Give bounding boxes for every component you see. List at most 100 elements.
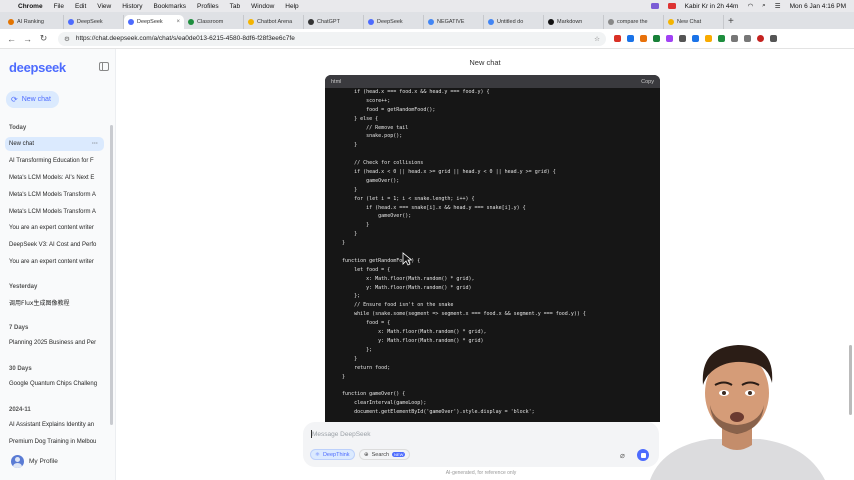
- code-line: }: [330, 231, 358, 238]
- code-line: return food;: [330, 364, 391, 371]
- browser-tab[interactable]: compare the: [604, 15, 664, 29]
- browser-tab[interactable]: New Chat: [664, 15, 724, 29]
- chat-history-item[interactable]: Planning 2025 Business and Per: [5, 336, 104, 350]
- chat-history-item[interactable]: Premium Dog Training in Melbou: [5, 435, 104, 449]
- address-bar[interactable]: ⚙ https://chat.deepseek.com/a/chat/s/ea0…: [58, 31, 606, 46]
- browser-tab[interactable]: DeepSeek: [364, 15, 424, 29]
- chat-history-item[interactable]: You are an expert content writer: [5, 221, 104, 235]
- menu-dots-icon[interactable]: [770, 35, 777, 42]
- menu-bookmarks[interactable]: Bookmarks: [153, 3, 186, 10]
- site-info-icon[interactable]: ⚙: [64, 35, 70, 43]
- extension-icon[interactable]: [614, 35, 621, 42]
- browser-tab[interactable]: AI Ranking: [4, 15, 64, 29]
- profile-avatar-icon[interactable]: [757, 35, 764, 42]
- globe-icon: ⊕: [364, 451, 369, 458]
- new-badge: NEW: [392, 452, 406, 457]
- chat-history-item[interactable]: Meta's LCM Models Transform A: [5, 205, 104, 219]
- chat-history-item[interactable]: Google Quantum Chips Challeng: [5, 377, 104, 391]
- chat-history-item[interactable]: DeepSeek V3: AI Cost and Perfo: [5, 238, 104, 252]
- browser-tab[interactable]: ChatGPT: [304, 15, 364, 29]
- sidebar-scrollbar[interactable]: [110, 125, 113, 425]
- menu-window[interactable]: Window: [251, 3, 274, 10]
- tab-favicon-icon: [128, 19, 134, 25]
- sidebar: deepseek ⟳ New chat Today New chat ··· A…: [0, 49, 116, 480]
- menu-view[interactable]: View: [97, 3, 111, 10]
- menu-edit[interactable]: Edit: [75, 3, 86, 10]
- menu-profiles[interactable]: Profiles: [197, 3, 219, 10]
- control-center-icon[interactable]: ☰: [775, 2, 781, 10]
- wifi-icon[interactable]: ◠: [747, 2, 753, 10]
- search-toggle[interactable]: ⊕ Search NEW: [359, 449, 411, 460]
- new-chat-button[interactable]: ⟳ New chat: [6, 91, 59, 108]
- extension-icon[interactable]: [731, 35, 738, 42]
- chat-history-item[interactable]: Meta's LCM Models: AI's Next E: [5, 171, 104, 185]
- message-input[interactable]: Message DeepSeek: [312, 431, 371, 438]
- profile-button[interactable]: My Profile: [11, 455, 58, 468]
- chat-history-title: You are an expert content writer: [9, 259, 94, 265]
- chat-history-item[interactable]: Meta's LCM Models Transform A: [5, 188, 104, 202]
- extension-icon[interactable]: [653, 35, 660, 42]
- chat-history-item[interactable]: You are an expert content writer: [5, 255, 104, 269]
- browser-tab-active[interactable]: DeepSeek ×: [124, 15, 184, 29]
- extension-icon[interactable]: [627, 35, 634, 42]
- deepthink-toggle[interactable]: ⚛ DeepThink: [310, 449, 355, 460]
- menu-file[interactable]: File: [54, 3, 64, 10]
- browser-tab[interactable]: Chatbot Arena: [244, 15, 304, 29]
- browser-tab[interactable]: NEGATIVE: [424, 15, 484, 29]
- close-tab-icon[interactable]: ×: [176, 19, 180, 25]
- extension-icon[interactable]: [666, 35, 673, 42]
- tab-favicon-icon: [608, 19, 614, 25]
- copy-button[interactable]: Copy: [641, 79, 654, 85]
- back-arrow-icon[interactable]: ←: [6, 34, 17, 44]
- new-chat-icon: ⟳: [11, 95, 18, 104]
- tab-favicon-icon: [188, 19, 194, 25]
- chat-history-title: DeepSeek V3: AI Cost and Perfo: [9, 242, 97, 248]
- new-tab-button[interactable]: +: [728, 15, 734, 29]
- chat-scrollbar[interactable]: [849, 345, 852, 415]
- status-app-icon[interactable]: [650, 3, 659, 9]
- download-icon[interactable]: [744, 35, 751, 42]
- browser-tab[interactable]: Markdown: [544, 15, 604, 29]
- browser-tab[interactable]: DeepSeek: [64, 15, 124, 29]
- tab-favicon-icon: [488, 19, 494, 25]
- battery-status[interactable]: Kabir Kr in 2h 44m: [685, 3, 739, 10]
- chat-history-item[interactable]: 调用Flux生成图像教程: [5, 295, 104, 309]
- chat-history-title: Meta's LCM Models Transform A: [9, 209, 96, 215]
- extension-icon[interactable]: [705, 35, 712, 42]
- chat-history-item[interactable]: New chat ···: [5, 137, 104, 151]
- menu-app-name[interactable]: Chrome: [18, 3, 43, 10]
- browser-tab-strip: AI Ranking DeepSeek DeepSeek × Classroom …: [0, 12, 854, 29]
- bookmark-star-icon[interactable]: ☆: [594, 35, 600, 43]
- browser-tab[interactable]: Classroom: [184, 15, 244, 29]
- tab-favicon-icon: [368, 19, 374, 25]
- deepseek-logo[interactable]: deepseek: [9, 60, 66, 75]
- code-line: food = getRandomFood();: [330, 106, 436, 113]
- extension-icon[interactable]: [640, 35, 647, 42]
- menu-help[interactable]: Help: [285, 3, 298, 10]
- url-text[interactable]: https://chat.deepseek.com/a/chat/s/ea0de…: [76, 35, 295, 42]
- search-icon[interactable]: ⌕: [762, 2, 766, 10]
- extension-icon[interactable]: [692, 35, 699, 42]
- code-content: if (head.x === food.x && head.y === food…: [325, 88, 660, 417]
- chat-history-title: AI Transforming Education for F: [9, 158, 94, 164]
- chat-history-item[interactable]: AI Assistant Explains Identity an: [5, 418, 104, 432]
- chat-history-title: AI Assistant Explains Identity an: [9, 422, 95, 428]
- menu-tab[interactable]: Tab: [230, 3, 240, 10]
- forward-arrow-icon[interactable]: →: [22, 34, 33, 44]
- message-composer[interactable]: Message DeepSeek ⚛ DeepThink ⊕ Search NE…: [303, 422, 659, 467]
- extension-icon[interactable]: [679, 35, 686, 42]
- tab-favicon-icon: [68, 19, 74, 25]
- code-line: document.getElementById('gameOver').styl…: [330, 409, 535, 416]
- attach-file-icon[interactable]: ⌀: [620, 451, 625, 460]
- reload-icon[interactable]: ↻: [38, 33, 49, 44]
- collapse-sidebar-icon[interactable]: [99, 62, 109, 71]
- menu-history[interactable]: History: [122, 3, 142, 10]
- recording-icon[interactable]: [667, 3, 676, 9]
- clock[interactable]: Mon 6 Jan 4:16 PM: [790, 3, 846, 10]
- extension-icon[interactable]: [718, 35, 725, 42]
- browser-tab[interactable]: Untitled do: [484, 15, 544, 29]
- chat-history-item[interactable]: AI Transforming Education for F: [5, 154, 104, 168]
- more-options-icon[interactable]: ···: [92, 141, 98, 147]
